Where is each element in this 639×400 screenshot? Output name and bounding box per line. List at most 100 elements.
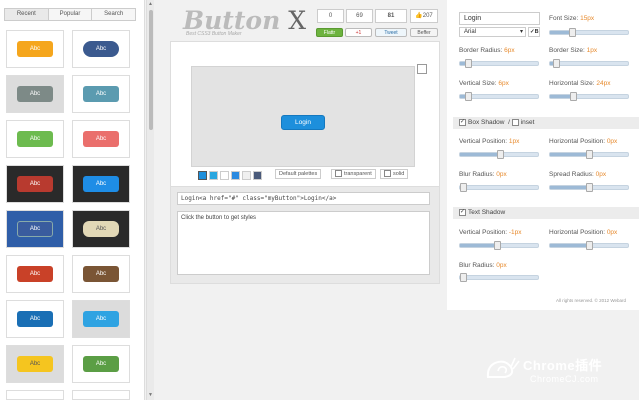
box-shadow-vertical-label: Vertical Position: 1px — [459, 138, 520, 145]
sample-thumb[interactable]: Abc — [6, 300, 64, 338]
sample-thumb[interactable]: Abc — [6, 255, 64, 293]
sample-button: Abc — [17, 176, 53, 192]
sample-thumb[interactable]: Abc — [6, 345, 64, 383]
plus-one-button[interactable]: +1 — [345, 28, 372, 37]
background-toggle[interactable] — [417, 64, 427, 74]
watermark-url: ChromeCJ.com — [530, 374, 599, 384]
preview-login-button[interactable]: Login — [281, 115, 325, 130]
sample-button: Abc — [17, 266, 53, 282]
slider-handle[interactable] — [570, 92, 578, 101]
sample-thumb[interactable]: Abc — [6, 120, 64, 158]
sample-thumb[interactable]: Abc — [72, 300, 130, 338]
default-palettes-button[interactable]: Default palettes — [275, 169, 322, 179]
transparent-option[interactable]: transparent — [331, 169, 376, 179]
sample-button: Abc — [83, 311, 119, 327]
text-shadow-vertical-label: Vertical Position: -1px — [459, 229, 522, 236]
sample-button: Abc — [17, 221, 53, 237]
scroll-up-icon[interactable]: ▲ — [148, 1, 153, 7]
css-code-area[interactable]: Click the button to get styles — [177, 211, 430, 275]
solid-option[interactable]: solid — [380, 169, 409, 179]
sample-thumb[interactable]: Abc — [72, 120, 130, 158]
sample-button: Abc — [83, 356, 119, 372]
vertical-size-label: Vertical Size: 6px — [459, 80, 509, 87]
tweet-button[interactable]: Tweet — [375, 28, 407, 37]
flattr-button[interactable]: Flattr — [316, 28, 343, 37]
sample-button: Abc — [83, 221, 119, 237]
tab-popular[interactable]: Popular — [49, 9, 93, 20]
html-code-field[interactable]: Login<a href="#" class="myButton">Login<… — [177, 192, 430, 205]
sample-thumb[interactable]: Abc — [72, 255, 130, 293]
sample-thumb[interactable]: Abc — [6, 210, 64, 248]
slider-handle[interactable] — [494, 241, 502, 250]
sidebar-tabs: Recent Popular Search — [4, 8, 136, 21]
slider-handle[interactable] — [585, 150, 593, 159]
bold-toggle[interactable]: ✓B — [528, 27, 540, 37]
sample-thumb[interactable]: Abc — [72, 75, 130, 113]
share-button[interactable]: Beffer — [410, 28, 438, 37]
sample-button: Abc — [83, 86, 119, 102]
text-shadow-horizontal-slider[interactable] — [549, 241, 629, 250]
font-size-label: Font Size: 15px — [549, 15, 595, 22]
sample-thumb[interactable]: Abc — [72, 165, 130, 203]
slider-handle[interactable] — [497, 150, 505, 159]
sample-thumb[interactable]: Abc — [6, 165, 64, 203]
share-count: 0 — [317, 9, 344, 23]
tab-search[interactable]: Search — [92, 9, 135, 20]
text-shadow-blur-label: Blur Radius: 0px — [459, 262, 507, 269]
sidebar-scrollbar[interactable]: ▲ ▼ — [146, 0, 154, 400]
text-shadow-vertical-slider[interactable] — [459, 241, 539, 250]
tab-recent[interactable]: Recent — [5, 9, 49, 20]
button-text-input[interactable]: Login — [459, 12, 540, 25]
like-count[interactable]: 👍207 — [410, 9, 438, 23]
text-shadow-checkbox[interactable]: ✓ — [459, 208, 466, 216]
scrollbar-thumb[interactable] — [149, 10, 153, 130]
text-shadow-section: ✓ Text Shadow — [453, 207, 639, 219]
slider-handle[interactable] — [585, 241, 593, 250]
box-shadow-checkbox[interactable]: ✓ — [459, 118, 466, 126]
slider-handle[interactable] — [460, 183, 467, 192]
slider-handle[interactable] — [464, 59, 472, 68]
watermark-title: Chrome插件 — [523, 358, 603, 373]
swatch[interactable] — [220, 170, 229, 180]
slider-handle[interactable] — [460, 273, 467, 282]
swatch[interactable] — [253, 170, 262, 180]
box-shadow-blur-slider[interactable] — [459, 183, 539, 192]
transparent-checkbox[interactable] — [335, 170, 342, 178]
palette-swatches — [198, 170, 264, 180]
scroll-down-icon[interactable]: ▼ — [148, 392, 153, 398]
share-count: 69 — [346, 9, 373, 23]
sample-thumb[interactable]: Abc — [6, 75, 64, 113]
border-size-slider[interactable] — [549, 59, 629, 68]
vertical-size-slider[interactable] — [459, 92, 539, 101]
chevron-down-icon: ▾ — [519, 29, 523, 35]
box-shadow-vertical-slider[interactable] — [459, 150, 539, 159]
swatch[interactable] — [242, 170, 251, 180]
sample-thumb[interactable]: Abc — [6, 30, 64, 68]
swatch[interactable] — [209, 170, 218, 180]
copyright-text: All rights reserved. © 2012 Webard — [556, 298, 627, 303]
sample-thumb[interactable]: Abc — [72, 30, 130, 68]
text-shadow-horizontal-label: Horizontal Position: 0px — [549, 229, 618, 236]
horizontal-size-label: Horizontal Size: 24px — [549, 80, 611, 87]
slider-handle[interactable] — [568, 28, 576, 37]
font-size-slider[interactable] — [549, 28, 629, 37]
font-family-select[interactable]: Arial ▾ — [459, 27, 526, 37]
slider-handle[interactable] — [585, 183, 593, 192]
sample-thumb[interactable]: Abc — [72, 345, 130, 383]
box-shadow-blur-label: Blur Radius: 0px — [459, 171, 507, 178]
sample-thumb[interactable]: Abc — [72, 210, 130, 248]
text-shadow-blur-slider[interactable] — [459, 273, 539, 282]
box-shadow-spread-slider[interactable] — [549, 183, 629, 192]
horizontal-size-slider[interactable] — [549, 92, 629, 101]
sample-thumb[interactable] — [6, 390, 64, 400]
swatch[interactable] — [198, 170, 207, 180]
slider-handle[interactable] — [553, 59, 561, 68]
sample-thumb[interactable] — [72, 390, 130, 400]
slider-handle[interactable] — [464, 92, 472, 101]
solid-checkbox[interactable] — [384, 170, 391, 178]
box-shadow-horizontal-slider[interactable] — [549, 150, 629, 159]
app-subtitle: Best CSS3 Button Maker — [186, 31, 242, 37]
swatch[interactable] — [231, 170, 240, 180]
border-radius-slider[interactable] — [459, 59, 539, 68]
inset-checkbox[interactable] — [511, 118, 519, 126]
